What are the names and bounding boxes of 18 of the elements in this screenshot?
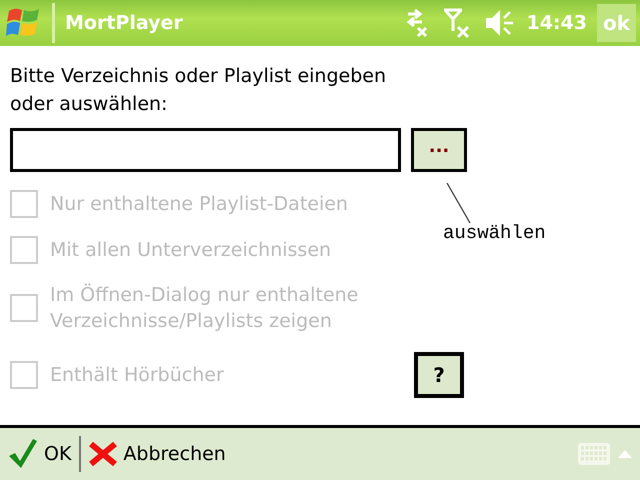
option-label: Enthält Hörbücher [50,363,225,388]
cancel-softkey[interactable]: Abbrechen [89,441,226,467]
clock-time: 14:43 [526,12,587,34]
checkmark-icon [8,438,38,470]
app-title: MortPlayer [65,12,184,34]
prompt-text: Bitte Verzeichnis oder Playlist eingeben oder auswählen: [10,64,388,117]
leader-line [446,182,472,224]
browse-button[interactable]: ... [411,128,467,172]
option-label: Mit allen Unterverzeichnissen [50,238,332,263]
help-button[interactable]: ? [414,352,464,398]
cancel-cross-icon [89,441,118,467]
option-label: Nur enthaltene Playlist-Dateien [50,192,349,217]
up-arrow-icon[interactable] [618,450,632,458]
ok-softkey[interactable]: OK [8,438,72,470]
annotation-text: auswählen [443,222,546,244]
path-input-field[interactable] [10,128,401,172]
keyboard-icon[interactable] [578,443,610,465]
option-label: Im Öffnen-Dialog nur enthaltene Verzeichnisse/Playlists zeigen [50,282,360,334]
